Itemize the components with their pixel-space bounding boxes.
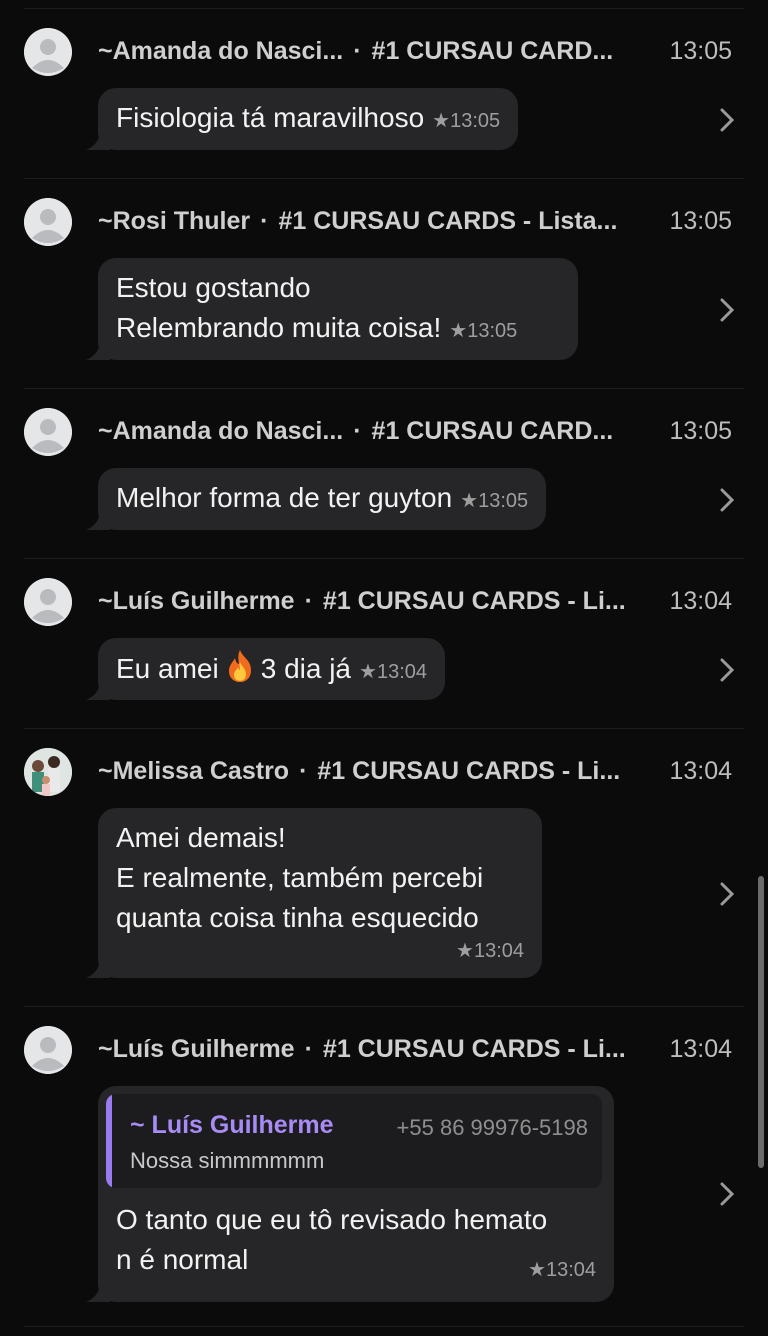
group-name: #1 CURSAU CARD... xyxy=(371,37,614,65)
message-time: ★13:05 xyxy=(432,110,501,132)
separator-dot: · xyxy=(353,37,362,65)
entry-header: ~Rosi Thuler · #1 CURSAU CARDS - Lista..… xyxy=(98,204,732,238)
separator-dot: · xyxy=(304,1035,313,1063)
message-bubble[interactable]: Fisiologia tá maravilhoso ★13:05 xyxy=(98,88,519,150)
divider xyxy=(24,1326,744,1327)
message-line: Estou gostando xyxy=(116,272,311,303)
message-time: ★13:04 xyxy=(528,1259,596,1281)
message-time: ★13:04 xyxy=(359,661,427,683)
group-name: #1 CURSAU CARDS - Li... xyxy=(322,587,626,615)
chevron-right-icon[interactable] xyxy=(720,1182,734,1206)
divider xyxy=(24,558,744,559)
entry-time: 13:05 xyxy=(669,207,732,235)
message-bubble[interactable]: Estou gostando Relembrando muita coisa! ★… xyxy=(98,258,578,360)
sender-name: ~Amanda do Nasci... xyxy=(98,37,344,65)
divider xyxy=(24,1006,744,1007)
message-time: ★13:05 xyxy=(449,320,518,342)
sender-name: ~Luís Guilherme xyxy=(98,1035,295,1063)
avatar-placeholder-icon xyxy=(24,578,72,626)
group-name: #1 CURSAU CARDS - Lista... xyxy=(278,207,618,235)
chevron-right-icon[interactable] xyxy=(720,488,734,512)
entry-time: 13:04 xyxy=(669,757,732,785)
quoted-text: Nossa simmmmmm xyxy=(130,1148,325,1173)
chevron-right-icon[interactable] xyxy=(720,882,734,906)
avatar-placeholder-icon xyxy=(24,1026,72,1074)
entry-time: 13:05 xyxy=(669,417,732,445)
message-text: Fisiologia tá maravilhoso xyxy=(116,102,425,133)
quoted-sender-name: ~ Luís Guilherme xyxy=(130,1111,334,1139)
divider xyxy=(24,8,744,9)
group-name: #1 CURSAU CARDS - Li... xyxy=(317,757,621,785)
fire-emoji-icon xyxy=(228,650,251,682)
divider xyxy=(24,178,744,179)
message-time: ★13:05 xyxy=(460,490,529,512)
entry-header: ~Luís Guilherme · #1 CURSAU CARDS - Li..… xyxy=(98,584,732,618)
avatar-placeholder-icon xyxy=(24,408,72,456)
scrollbar[interactable] xyxy=(758,876,764,1168)
sender-name: ~Luís Guilherme xyxy=(98,587,295,615)
entry-time: 13:04 xyxy=(669,587,732,615)
group-name: #1 CURSAU CARDS - Li... xyxy=(322,1035,626,1063)
quote-accent-bar xyxy=(106,1094,112,1188)
message-bubble[interactable]: ~ Luís Guilherme +55 86 99976-5198 Nossa… xyxy=(98,1086,614,1302)
sender-name: ~Rosi Thuler xyxy=(98,207,251,235)
message-bubble[interactable]: Amei demais! E realmente, também percebi… xyxy=(98,808,542,978)
message-line: Relembrando muita coisa! xyxy=(116,312,442,343)
message-time: ★13:04 xyxy=(456,940,524,962)
sender-name: ~Melissa Castro xyxy=(98,757,290,785)
chevron-right-icon[interactable] xyxy=(720,298,734,322)
entry-header: ~Amanda do Nasci... · #1 CURSAU CARD... … xyxy=(98,414,732,448)
entry-time: 13:04 xyxy=(669,1035,732,1063)
starred-messages-list: ~Amanda do Nasci... · #1 CURSAU CARD... … xyxy=(0,0,768,1336)
chevron-right-icon[interactable] xyxy=(720,108,734,132)
quoted-sender-phone: +55 86 99976-5198 xyxy=(396,1115,588,1140)
quoted-message[interactable]: ~ Luís Guilherme +55 86 99976-5198 Nossa… xyxy=(106,1094,602,1188)
avatar-placeholder-icon xyxy=(24,198,72,246)
avatar-photo xyxy=(24,748,72,796)
divider xyxy=(24,388,744,389)
entry-time: 13:05 xyxy=(669,37,732,65)
separator-dot: · xyxy=(260,207,269,235)
group-name: #1 CURSAU CARD... xyxy=(371,417,614,445)
message-text: Melhor forma de ter guyton xyxy=(116,482,453,513)
entry-header: ~Amanda do Nasci... · #1 CURSAU CARD... … xyxy=(98,34,732,68)
entry-header: ~Melissa Castro · #1 CURSAU CARDS - Li..… xyxy=(98,754,732,788)
divider xyxy=(24,728,744,729)
separator-dot: · xyxy=(304,587,313,615)
message-line: O tanto que eu tô revisado hemato xyxy=(116,1204,548,1235)
avatar-placeholder-icon xyxy=(24,28,72,76)
sender-name: ~Amanda do Nasci... xyxy=(98,417,344,445)
message-bubble[interactable]: Eu amei 3 dia já ★13:04 xyxy=(98,638,445,700)
message-line: n é normal xyxy=(116,1244,249,1275)
entry-header: ~Luís Guilherme · #1 CURSAU CARDS - Li..… xyxy=(98,1032,732,1066)
message-line: E realmente, também percebi xyxy=(116,862,484,893)
message-text-after: 3 dia já xyxy=(260,653,352,684)
separator-dot: · xyxy=(299,757,308,785)
message-line: quanta coisa tinha esquecido xyxy=(116,902,479,933)
message-bubble[interactable]: Melhor forma de ter guyton ★13:05 xyxy=(98,468,547,530)
separator-dot: · xyxy=(353,417,362,445)
message-line: Amei demais! xyxy=(116,822,286,853)
chevron-right-icon[interactable] xyxy=(720,658,734,682)
message-text-before: Eu amei xyxy=(116,653,219,684)
